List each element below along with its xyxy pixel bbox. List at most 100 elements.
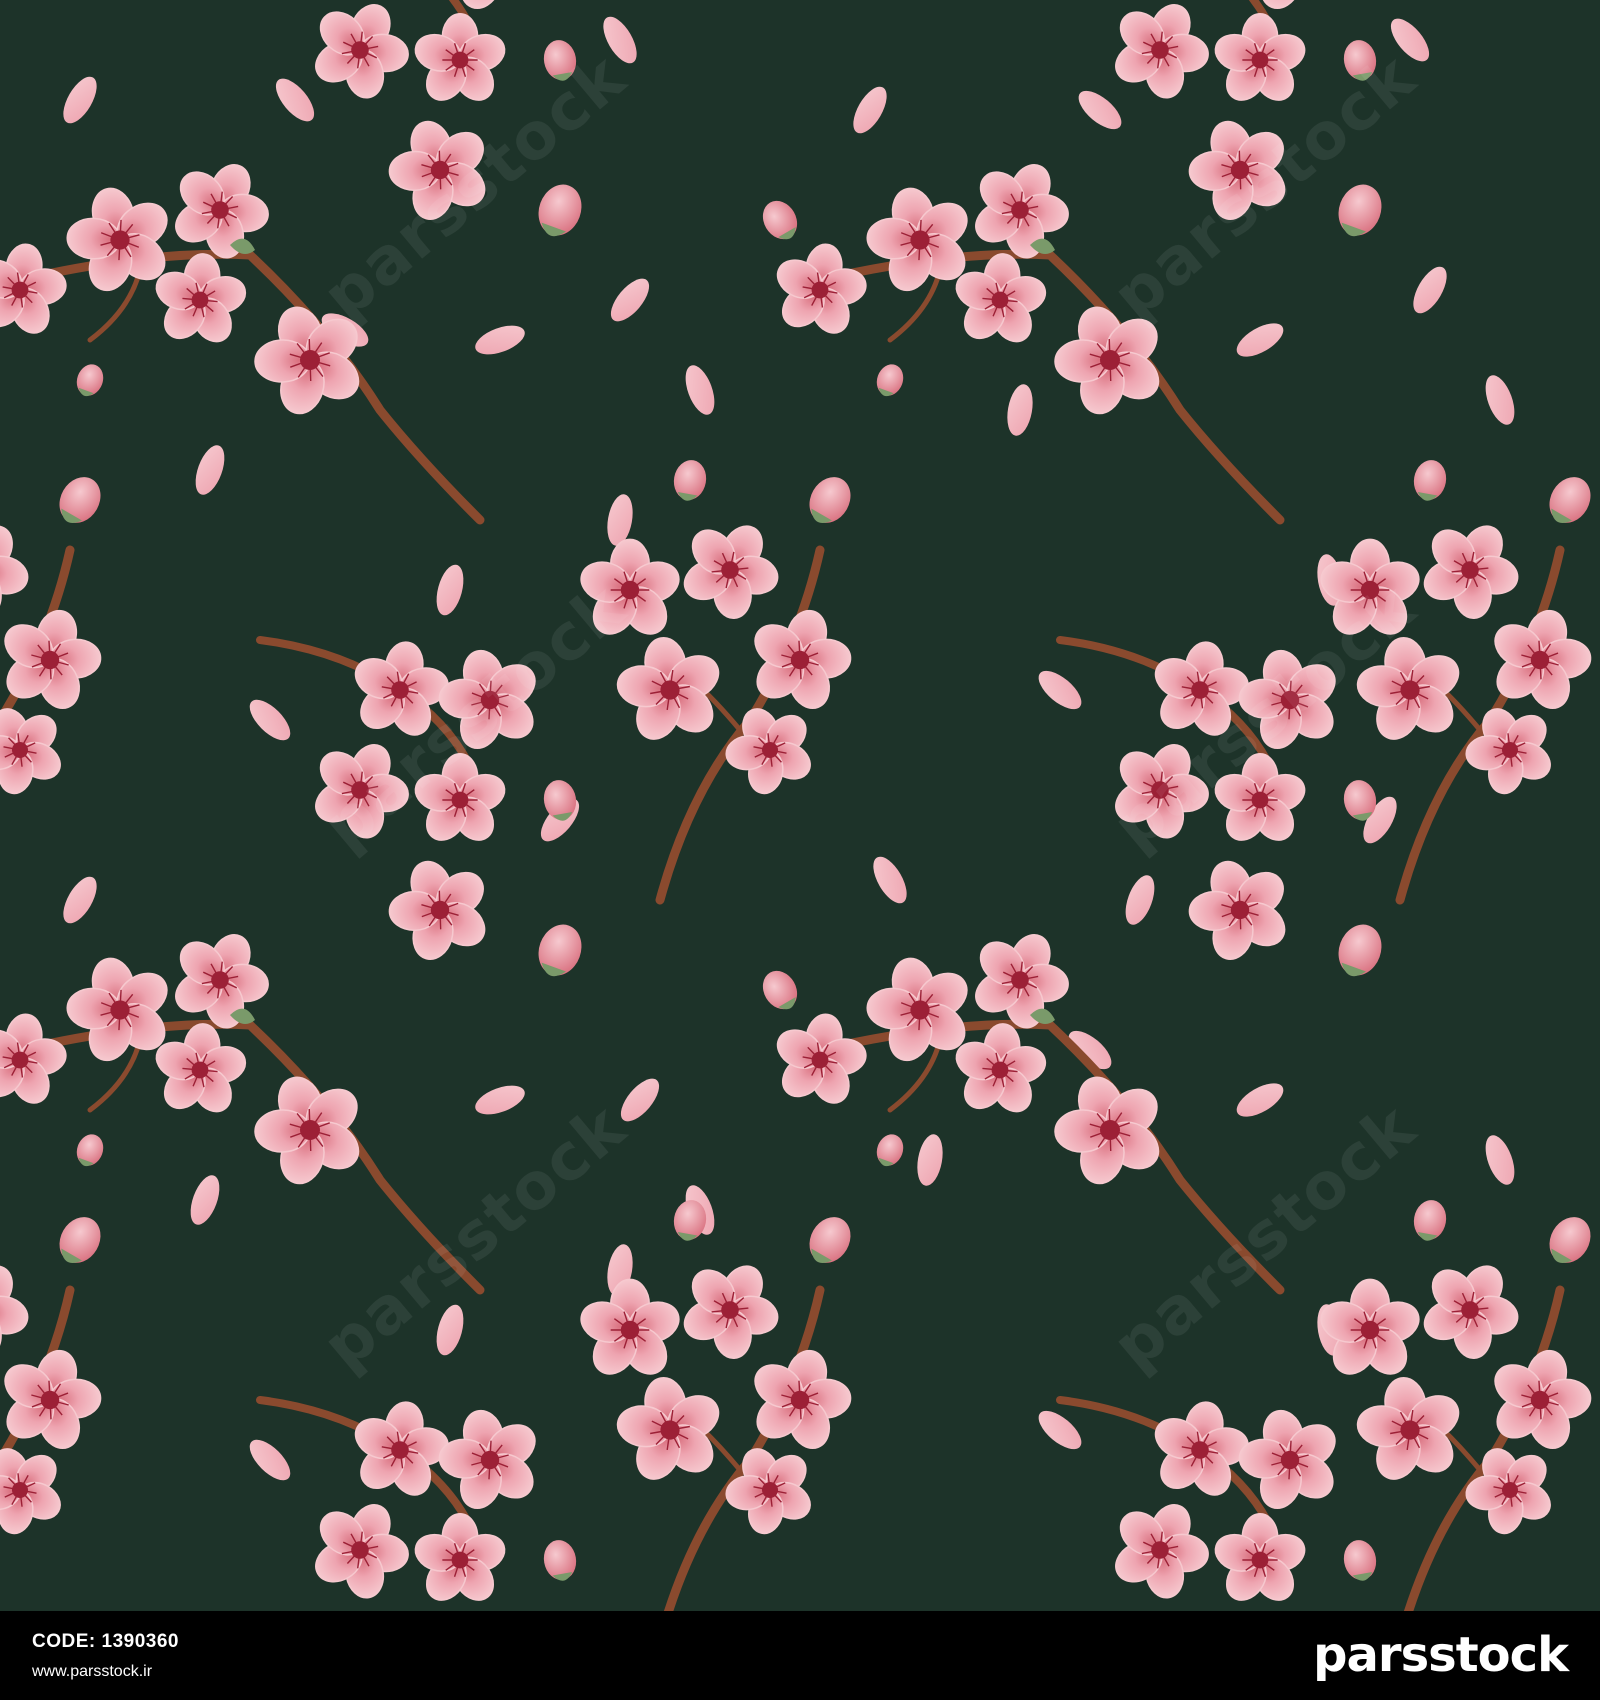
blossom [372,1604,509,1611]
bud [543,40,577,81]
bud [762,200,798,240]
blossom [254,1076,360,1185]
blossom [1054,306,1160,415]
blossom [1115,4,1209,99]
bud [1549,1217,1591,1264]
bud [1338,924,1382,977]
bud [809,1217,851,1264]
blossom [1115,1504,1209,1599]
blossom [388,860,486,960]
blossom [4,1349,102,1449]
falling-petal [873,856,907,904]
blossom [1320,1278,1420,1375]
blossom [340,0,459,8]
blossom [580,1278,680,1375]
falling-petal [249,1439,291,1481]
falling-petal [1078,90,1122,130]
bud [1413,1200,1447,1241]
blossom [1356,1377,1460,1480]
branch-motif [315,0,582,237]
blossom [776,243,867,334]
bud [1343,1540,1377,1581]
falling-petal [1390,18,1430,62]
blossom [580,538,680,635]
cherry-blossom-pattern: parsstock parsstock parsstock parsstock … [0,0,1600,1611]
bud [1549,477,1591,524]
falling-petal [1236,323,1284,357]
bud [762,970,798,1010]
blossom [1054,1076,1160,1185]
branch-motif [0,1217,102,1535]
branch-motif [1320,460,1592,905]
blossom [1214,1513,1306,1601]
falling-petal [249,699,291,741]
blossom [414,753,506,841]
blossom [1238,1409,1336,1509]
image-code: CODE: 1390360 [32,1631,179,1653]
blossom [616,637,720,740]
falling-petal [436,1304,464,1356]
blossom [1238,649,1336,749]
bud [876,1134,904,1167]
blossom [1188,120,1286,220]
blossom [1423,1265,1519,1359]
code-label: CODE: [32,1631,96,1652]
blossom [776,1013,867,1104]
falling-petal [1485,1135,1515,1185]
bud [59,477,101,524]
branch-motif [1056,1396,1377,1611]
falling-petal [1038,1410,1082,1450]
falling-petal [1236,1083,1284,1117]
bud [543,1540,577,1581]
bud [1343,40,1377,81]
branch-motif [762,164,1285,525]
falling-petal [195,445,225,495]
blossom [0,1265,29,1359]
branch-motif [256,1396,577,1611]
blossom [1494,609,1592,709]
blossom [1188,860,1286,960]
footer-bar: CODE: 1390360 www.parsstock.ir parsstock [0,1611,1600,1700]
blossom [1259,0,1302,9]
falling-petal [853,86,887,134]
bud [673,460,707,501]
blossom [4,609,102,709]
falling-petal [917,1134,943,1186]
bud [1413,460,1447,501]
bud [76,1134,104,1167]
image-viewer: parsstock parsstock parsstock parsstock … [0,0,1600,1700]
blossom [1320,538,1420,635]
brand-logo[interactable]: parsstock [1313,1625,1569,1685]
falling-petal [603,16,637,64]
blossom [1494,1349,1592,1449]
falling-petal [436,564,464,616]
falling-petal [620,1078,660,1122]
blossom [388,120,486,220]
blossom [254,306,360,415]
falling-petal [1038,670,1082,710]
bud [76,364,104,397]
bud [0,965,4,1017]
falling-petal [1125,875,1155,925]
blossom [1115,744,1209,839]
blossom [0,525,29,619]
falling-petal [63,76,97,124]
branch-motif [256,636,582,977]
blossom [1172,1604,1309,1611]
blossom [1423,525,1519,619]
blossom [683,525,779,619]
bud [538,184,582,237]
bud [0,195,4,247]
bud [1338,184,1382,237]
falling-petal [1007,384,1033,436]
blossom [414,13,506,101]
blossom [315,744,409,839]
branch-motif [0,477,102,795]
blossom [683,1265,779,1359]
branch-motif [0,164,485,525]
blossom [1140,0,1259,8]
site-url-link[interactable]: www.parsstock.ir [32,1663,152,1681]
blossom [616,1377,720,1480]
blossom [0,1013,67,1104]
blossom [1214,753,1306,841]
